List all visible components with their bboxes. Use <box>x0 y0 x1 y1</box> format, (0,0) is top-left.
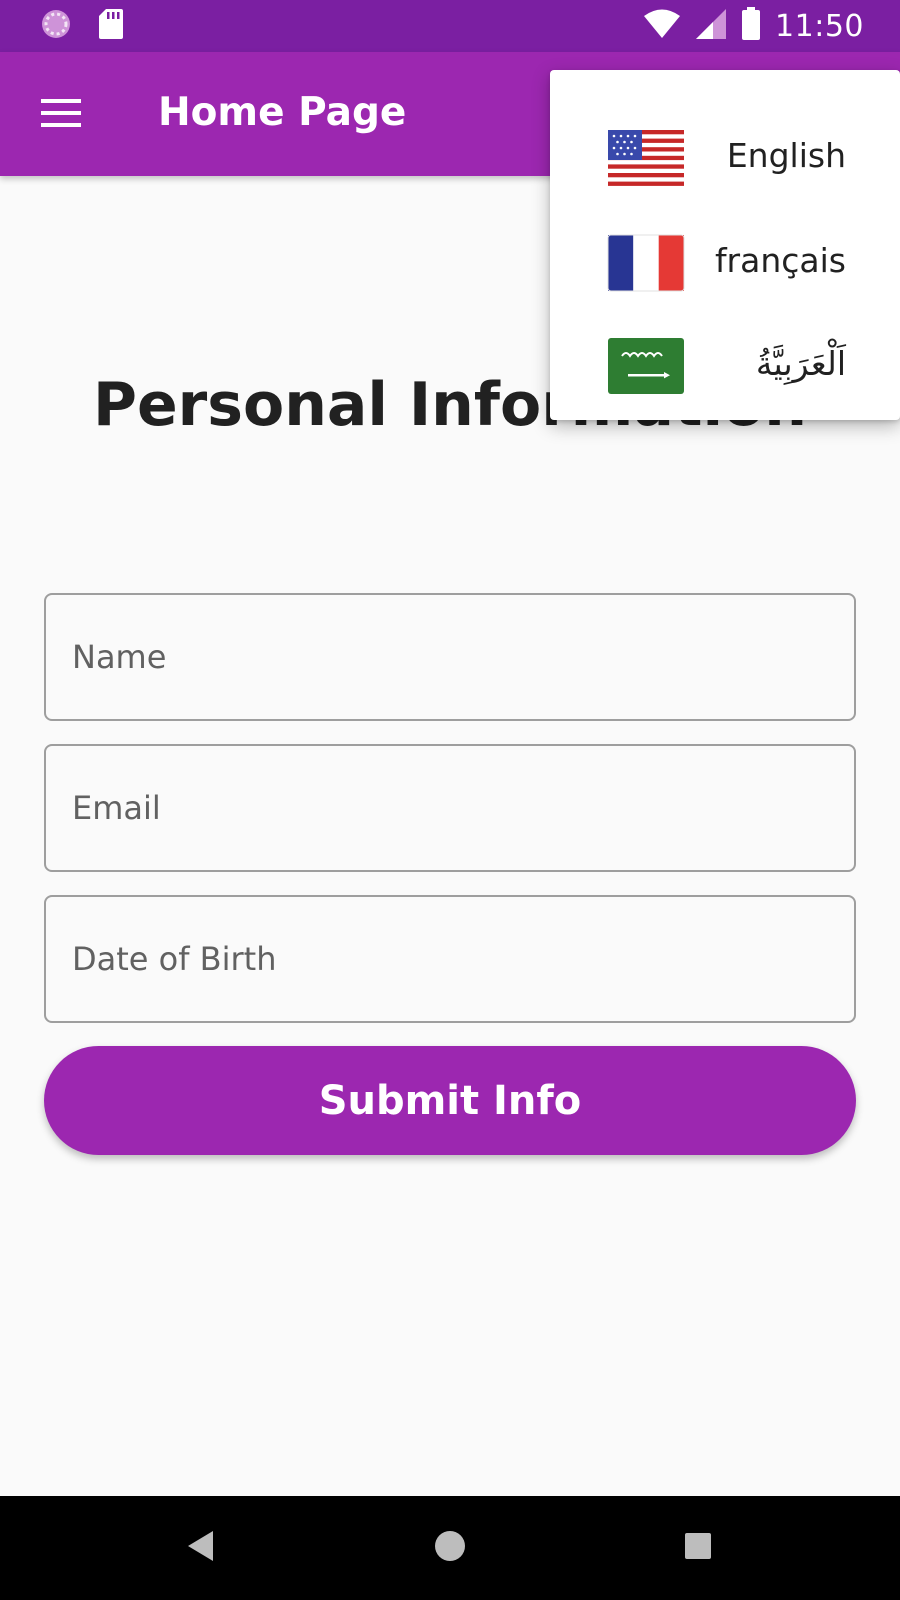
status-right: 11:50 <box>643 7 864 45</box>
language-label-english: English <box>726 136 846 175</box>
saudi-flag-icon <box>606 336 686 396</box>
email-field-container <box>44 744 856 872</box>
home-button[interactable] <box>428 1526 472 1570</box>
hamburger-menu-icon <box>41 99 81 131</box>
language-label-french: français <box>714 241 846 280</box>
battery-icon <box>741 7 761 45</box>
language-item-arabic[interactable]: اَلْعَرَبِيَّةُ <box>550 314 900 418</box>
status-bar: 11:50 <box>0 0 900 52</box>
language-label-arabic: اَلْعَرَبِيَّةُ <box>755 344 846 383</box>
menu-button[interactable] <box>30 84 92 146</box>
back-icon <box>185 1529 215 1567</box>
name-field-container <box>44 593 856 721</box>
language-menu: English français اَلْعَرَبِيَّةُ <box>550 70 900 420</box>
email-input[interactable] <box>46 746 854 870</box>
recents-button[interactable] <box>676 1526 720 1570</box>
language-item-english[interactable]: English <box>550 106 900 210</box>
status-time: 11:50 <box>775 8 864 44</box>
dob-field-container <box>44 895 856 1023</box>
name-input[interactable] <box>46 595 854 719</box>
status-left <box>40 8 124 44</box>
us-flag-icon <box>606 128 686 188</box>
navigation-bar <box>0 1496 900 1600</box>
loading-icon <box>40 8 72 44</box>
app-title: Home Page <box>158 90 407 135</box>
submit-info-button[interactable]: Submit Info <box>44 1046 856 1155</box>
france-flag-icon <box>606 233 686 293</box>
signal-icon <box>695 8 727 44</box>
back-button[interactable] <box>178 1526 222 1570</box>
wifi-icon <box>643 9 681 43</box>
language-item-french[interactable]: français <box>550 211 900 315</box>
recents-icon <box>684 1532 712 1564</box>
screen: 11:50 Home Page Personal Information Sub… <box>0 0 900 1600</box>
sd-card-icon <box>98 8 124 44</box>
date-of-birth-input[interactable] <box>46 897 854 1021</box>
home-icon <box>434 1530 466 1566</box>
